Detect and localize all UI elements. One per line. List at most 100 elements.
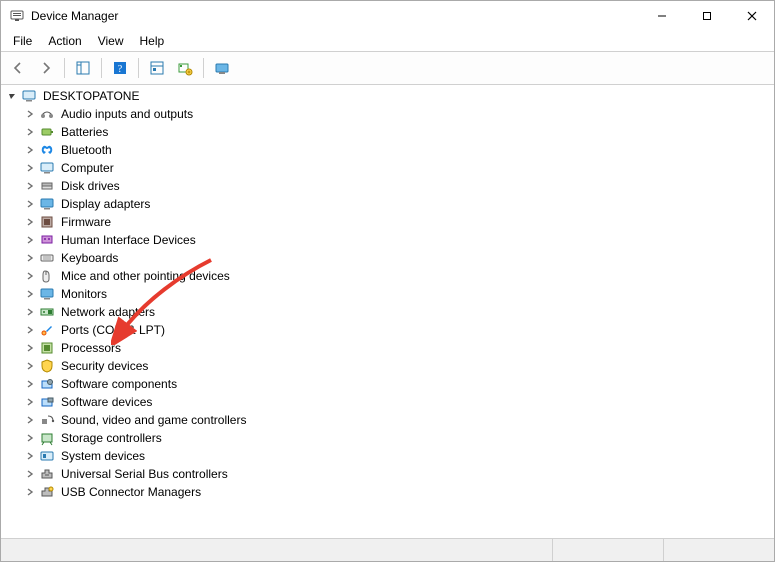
category-node[interactable]: Processors bbox=[23, 339, 774, 357]
menu-file[interactable]: File bbox=[5, 32, 40, 50]
category-node[interactable]: Monitors bbox=[23, 285, 774, 303]
category-label[interactable]: Human Interface Devices bbox=[59, 232, 198, 248]
expand-icon[interactable] bbox=[23, 485, 37, 499]
expand-icon[interactable] bbox=[23, 359, 37, 373]
maximize-button[interactable] bbox=[684, 1, 729, 31]
collapse-icon[interactable] bbox=[5, 89, 19, 103]
category-node[interactable]: Software devices bbox=[23, 393, 774, 411]
category-icon bbox=[39, 250, 55, 266]
status-segment bbox=[552, 539, 663, 561]
category-node[interactable]: Bluetooth bbox=[23, 141, 774, 159]
back-button[interactable] bbox=[5, 55, 31, 81]
category-label[interactable]: Bluetooth bbox=[59, 142, 114, 158]
status-bar bbox=[1, 538, 774, 561]
category-node[interactable]: USB Connector Managers bbox=[23, 483, 774, 501]
close-button[interactable] bbox=[729, 1, 774, 31]
category-label[interactable]: Disk drives bbox=[59, 178, 122, 194]
category-label[interactable]: Batteries bbox=[59, 124, 110, 140]
category-icon bbox=[39, 412, 55, 428]
category-icon bbox=[39, 232, 55, 248]
category-node[interactable]: Computer bbox=[23, 159, 774, 177]
expand-icon[interactable] bbox=[23, 431, 37, 445]
category-node[interactable]: Human Interface Devices bbox=[23, 231, 774, 249]
expand-icon[interactable] bbox=[23, 413, 37, 427]
category-label[interactable]: Ports (COM & LPT) bbox=[59, 322, 167, 338]
expand-icon[interactable] bbox=[23, 377, 37, 391]
category-label[interactable]: USB Connector Managers bbox=[59, 484, 203, 500]
add-legacy-hardware-button[interactable] bbox=[172, 55, 198, 81]
category-node[interactable]: Firmware bbox=[23, 213, 774, 231]
window-title: Device Manager bbox=[31, 9, 118, 23]
expand-icon[interactable] bbox=[23, 179, 37, 193]
category-label[interactable]: Software devices bbox=[59, 394, 154, 410]
category-node[interactable]: Ports (COM & LPT) bbox=[23, 321, 774, 339]
category-icon bbox=[39, 286, 55, 302]
category-label[interactable]: Monitors bbox=[59, 286, 109, 302]
category-label[interactable]: Security devices bbox=[59, 358, 150, 374]
category-label[interactable]: Software components bbox=[59, 376, 179, 392]
expand-icon[interactable] bbox=[23, 251, 37, 265]
category-node[interactable]: Sound, video and game controllers bbox=[23, 411, 774, 429]
category-node[interactable]: Software components bbox=[23, 375, 774, 393]
category-node[interactable]: Disk drives bbox=[23, 177, 774, 195]
expand-icon[interactable] bbox=[23, 341, 37, 355]
menu-action[interactable]: Action bbox=[40, 32, 89, 50]
toolbar-separator bbox=[101, 58, 102, 78]
category-label[interactable]: Computer bbox=[59, 160, 116, 176]
category-icon bbox=[39, 124, 55, 140]
category-node[interactable]: Batteries bbox=[23, 123, 774, 141]
expand-icon[interactable] bbox=[23, 197, 37, 211]
expand-icon[interactable] bbox=[23, 449, 37, 463]
properties-button[interactable] bbox=[209, 55, 235, 81]
expand-icon[interactable] bbox=[23, 467, 37, 481]
category-label[interactable]: Sound, video and game controllers bbox=[59, 412, 248, 428]
help-button[interactable]: ? bbox=[107, 55, 133, 81]
category-label[interactable]: Storage controllers bbox=[59, 430, 164, 446]
minimize-button[interactable] bbox=[639, 1, 684, 31]
show-hide-tree-button[interactable] bbox=[70, 55, 96, 81]
tree-root[interactable]: DESKTOPATONE bbox=[5, 87, 774, 105]
category-label[interactable]: Mice and other pointing devices bbox=[59, 268, 232, 284]
category-node[interactable]: Keyboards bbox=[23, 249, 774, 267]
category-node[interactable]: Display adapters bbox=[23, 195, 774, 213]
category-label[interactable]: Firmware bbox=[59, 214, 113, 230]
category-label[interactable]: System devices bbox=[59, 448, 147, 464]
expand-icon[interactable] bbox=[23, 305, 37, 319]
category-label[interactable]: Audio inputs and outputs bbox=[59, 106, 195, 122]
category-node[interactable]: Audio inputs and outputs bbox=[23, 105, 774, 123]
forward-button[interactable] bbox=[33, 55, 59, 81]
category-node[interactable]: Security devices bbox=[23, 357, 774, 375]
category-node[interactable]: System devices bbox=[23, 447, 774, 465]
category-node[interactable]: Network adapters bbox=[23, 303, 774, 321]
expand-icon[interactable] bbox=[23, 125, 37, 139]
category-icon bbox=[39, 466, 55, 482]
category-label[interactable]: Universal Serial Bus controllers bbox=[59, 466, 230, 482]
category-list: Audio inputs and outputs Batteries Bluetoo… bbox=[5, 105, 774, 501]
category-icon bbox=[39, 268, 55, 284]
root-label[interactable]: DESKTOPATONE bbox=[41, 88, 141, 104]
expand-icon[interactable] bbox=[23, 215, 37, 229]
title-bar: Device Manager bbox=[1, 1, 774, 31]
category-node[interactable]: Universal Serial Bus controllers bbox=[23, 465, 774, 483]
expand-icon[interactable] bbox=[23, 161, 37, 175]
category-label[interactable]: Processors bbox=[59, 340, 123, 356]
expand-icon[interactable] bbox=[23, 107, 37, 121]
category-label[interactable]: Display adapters bbox=[59, 196, 152, 212]
menu-view[interactable]: View bbox=[90, 32, 132, 50]
scan-hardware-button[interactable] bbox=[144, 55, 170, 81]
category-icon bbox=[39, 106, 55, 122]
expand-icon[interactable] bbox=[23, 395, 37, 409]
expand-icon[interactable] bbox=[23, 287, 37, 301]
device-tree[interactable]: DESKTOPATONE Audio inputs and outputs Bat… bbox=[1, 85, 774, 538]
expand-icon[interactable] bbox=[23, 233, 37, 247]
expand-icon[interactable] bbox=[23, 143, 37, 157]
category-node[interactable]: Storage controllers bbox=[23, 429, 774, 447]
category-label[interactable]: Keyboards bbox=[59, 250, 120, 266]
category-icon bbox=[39, 394, 55, 410]
category-node[interactable]: Mice and other pointing devices bbox=[23, 267, 774, 285]
expand-icon[interactable] bbox=[23, 269, 37, 283]
category-label[interactable]: Network adapters bbox=[59, 304, 157, 320]
menu-help[interactable]: Help bbox=[132, 32, 173, 50]
category-icon bbox=[39, 376, 55, 392]
expand-icon[interactable] bbox=[23, 323, 37, 337]
